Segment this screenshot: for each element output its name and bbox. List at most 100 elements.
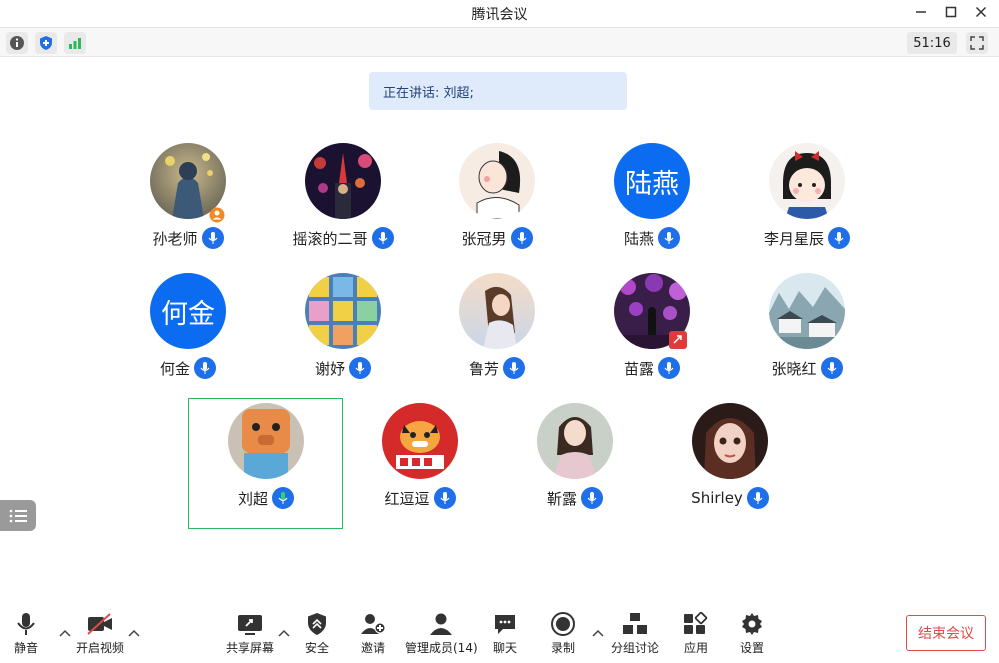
security-button[interactable]: 安全 [305,612,329,662]
start-video-label: 开启视频 [76,641,125,655]
info-icon [10,36,24,50]
bottom-toolbar: 静音 开启视频 共享屏幕 安全 邀请 管理成员(14) 聊天 录制 分组讨论 应… [0,606,999,663]
apps-button[interactable]: 应用 [683,612,709,662]
minimize-button[interactable] [908,2,934,22]
share-options-caret-icon[interactable] [278,628,290,638]
participant-name: Shirley [691,489,743,507]
avatar [769,273,845,349]
mic-status [194,357,216,379]
mic-status [746,487,769,509]
avatar [459,273,535,349]
meeting-info-button[interactable] [6,32,28,54]
manage-members-button[interactable]: 管理成员(14) [405,612,478,662]
invite-label: 邀请 [360,641,385,655]
manage-members-label: 管理成员(14) [405,641,478,655]
participant-name: 张晓红 [771,359,817,378]
participant-tile[interactable]: 张晓红 [732,273,882,403]
share-screen-label: 共享屏幕 [226,641,275,655]
video-options-caret-icon[interactable] [128,628,140,638]
avatar [769,143,845,219]
fullscreen-icon [970,36,984,50]
chat-icon [495,615,515,634]
microphone-icon [509,362,519,374]
avatar [228,403,304,479]
mic-status [371,227,394,249]
mic-status [349,357,371,379]
maximize-icon [945,6,957,18]
avatar-image-icon [692,403,768,479]
window-title: 腾讯会议 [471,7,528,23]
participant-name: 摇滚的二哥 [292,229,368,248]
participant-name: 李月星辰 [763,229,824,248]
apps-label: 应用 [683,641,708,655]
avatar [692,403,768,479]
settings-button[interactable]: 设置 [740,612,764,662]
meeting-timer: 51:16 [907,32,957,54]
close-icon [975,6,987,18]
video-off-icon [87,613,112,635]
gear-icon [742,613,762,635]
list-icon [9,509,27,522]
participant-tile[interactable]: 何金 何金 [113,273,263,403]
record-button[interactable]: 录制 [550,612,576,662]
start-video-button[interactable]: 开启视频 [76,612,124,662]
participant-tile[interactable]: 李月星辰 [732,143,882,273]
mic-status [828,227,850,249]
avatar: 何金 [150,273,226,349]
participant-tile[interactable]: 陆燕 陆燕 [577,143,727,273]
participant-tile[interactable]: 靳露 [500,403,650,533]
security-status-button[interactable] [35,32,57,54]
mic-status [503,357,525,379]
microphone-icon [664,362,674,374]
maximize-button[interactable] [938,2,964,22]
close-button[interactable] [968,2,994,22]
mic-status [658,357,680,379]
avatar [382,403,458,479]
participant-tile[interactable]: 鲁芳 [422,273,572,403]
microphone-icon [664,232,674,244]
participant-tile[interactable]: 谢妤 [268,273,418,403]
chat-button[interactable]: 聊天 [493,612,517,662]
avatar [305,143,381,219]
participant-tile-active[interactable]: 刘超 [191,403,341,533]
participant-list-toggle[interactable] [0,500,36,531]
mic-status [201,227,224,249]
record-options-caret-icon[interactable] [592,628,604,638]
mic-status-speaking [272,487,294,509]
share-screen-button[interactable]: 共享屏幕 [226,612,274,662]
chat-label: 聊天 [493,641,518,655]
end-meeting-button[interactable]: 结束会议 [906,615,986,651]
breakout-rooms-label: 分组讨论 [611,641,660,655]
participant-tile[interactable]: 苗露 [577,273,727,403]
record-icon [551,612,575,636]
avatar-image-icon [382,403,458,479]
invite-button[interactable]: 邀请 [360,612,386,662]
host-badge-icon [209,207,225,223]
network-status-button[interactable] [64,32,86,54]
breakout-rooms-icon [623,613,647,634]
microphone-icon [440,492,449,504]
signal-icon [69,38,81,49]
breakout-rooms-button[interactable]: 分组讨论 [611,612,659,662]
audio-options-caret-icon[interactable] [59,628,71,638]
mute-button[interactable]: 静音 [14,612,38,662]
microphone-icon [355,362,365,374]
speaking-banner: 正在讲话: 刘超; [369,72,627,110]
security-label: 安全 [305,641,330,655]
mic-status [433,487,456,509]
participant-tile[interactable]: 孙老师 [113,143,263,273]
participant-tile[interactable]: 摇滚的二哥 [268,143,418,273]
participant-tile[interactable]: 张冠男 [422,143,572,273]
avatar-image-icon [459,143,535,219]
fullscreen-button[interactable] [966,32,988,54]
microphone-icon [834,232,844,244]
settings-label: 设置 [740,641,765,655]
share-screen-icon [238,615,262,635]
participant-name: 苗露 [623,359,654,378]
participant-name: 何金 [159,359,190,378]
participant-tile[interactable]: Shirley [655,403,805,533]
microphone-icon [517,232,526,244]
participant-name: 谢妤 [314,359,345,378]
participant-tile[interactable]: 红逗逗 [345,403,495,533]
shield-icon [40,36,52,50]
